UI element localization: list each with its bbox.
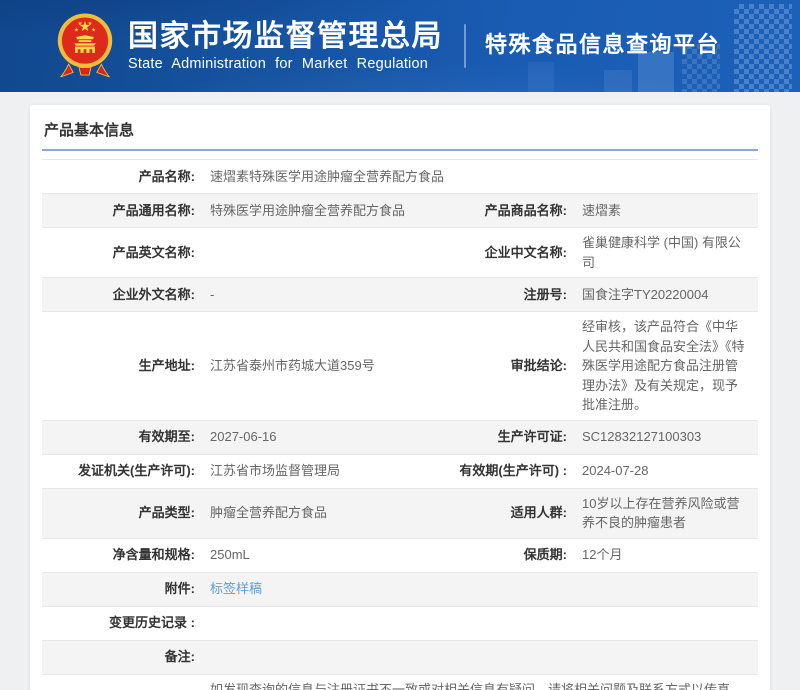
value-company-foreign-name: - [210, 286, 215, 302]
row-address-and-approval: 生产地址: 江苏省泰州市药城大道359号 审批结论: 经审核，该产品符合《中华人… [42, 312, 758, 421]
row-note: 注: 如发现查询的信息与注册证书不一致或对相关信息有疑问，请将相关问题及联系方式… [42, 674, 758, 690]
label-issuing-authority: 发证机关(生产许可): [78, 463, 195, 479]
value-note: 如发现查询的信息与注册证书不一致或对相关信息有疑问，请将相关问题及联系方式以传真… [210, 681, 744, 690]
row-attachment: 附件: 标签样稿 [42, 572, 758, 607]
row-generic-and-trade-name: 产品通用名称: 特殊医学用途肿瘤全营养配方食品 产品商品名称: 速熠素 [42, 194, 758, 228]
label-generic-name: 产品通用名称: [112, 202, 195, 218]
value-remarks [195, 652, 758, 662]
row-foreign-name-and-registration-number: 企业外文名称: - 注册号: 国食注字TY20220004 [42, 278, 758, 312]
value-production-address: 江苏省泰州市药城大道359号 [210, 358, 375, 373]
label-net-content: 净含量和规格: [112, 547, 195, 563]
value-valid-until: 2027-06-16 [210, 429, 277, 445]
platform-title: 特殊食品信息查询平台 [485, 32, 721, 57]
value-registration-number: 国食注字TY20220004 [582, 286, 709, 302]
app-header: 国家市场监督管理总局 State Administration for Mark… [0, 0, 800, 92]
row-validity-and-license: 有效期至: 2027-06-16 生产许可证: SC12832127100303 [42, 420, 758, 455]
label-company-cn-name: 企业中文名称: [484, 244, 567, 260]
value-shelf-life: 12个月 [582, 547, 623, 563]
label-change-history: 变更历史记录 : [109, 615, 195, 631]
value-target-group: 10岁以上存在营养风险或营养不良的肿瘤患者 [582, 495, 740, 531]
label-remarks: 备注: [164, 649, 195, 665]
value-product-name: 速熠素特殊医学用途肿瘤全营养配方食品 [210, 168, 445, 184]
value-trade-name: 速熠素 [582, 202, 622, 218]
row-change-history: 变更历史记录 : [42, 606, 758, 641]
row-authority-and-license-validity: 发证机关(生产许可): 江苏省市场监督管理局 有效期(生产许可) : 2024-… [42, 454, 758, 489]
label-target-group: 适用人群: [510, 505, 567, 521]
attachment-link[interactable]: 标签样稿 [210, 581, 262, 596]
value-english-name [195, 248, 422, 258]
label-product-name: 产品名称: [138, 168, 195, 184]
label-approval-conclusion: 审批结论: [510, 358, 567, 373]
label-valid-until: 有效期至: [138, 429, 195, 445]
label-license-validity: 有效期(生产许可) : [459, 463, 567, 479]
label-product-type: 产品类型: [138, 505, 195, 521]
value-net-content: 250mL [210, 547, 250, 563]
card-title: 产品基本信息 [42, 105, 758, 151]
value-product-type: 肿瘤全营养配方食品 [210, 505, 328, 521]
label-english-name: 产品英文名称: [112, 244, 195, 260]
value-change-history [195, 618, 758, 628]
value-company-cn-name: 雀巢健康科学 (中国) 有限公司 [582, 235, 741, 270]
national-emblem-icon [56, 9, 114, 85]
org-name-cn: 国家市场监督管理总局 [128, 19, 443, 53]
header-divider [464, 24, 466, 68]
value-issuing-authority: 江苏省市场监督管理局 [210, 463, 341, 479]
org-name-en: State Administration for Market Regulati… [128, 56, 429, 73]
label-registration-number: 注册号: [523, 286, 567, 302]
label-shelf-life: 保质期: [523, 547, 567, 563]
label-attachment: 附件: [164, 581, 195, 597]
row-remarks: 备注: [42, 640, 758, 675]
value-generic-name: 特殊医学用途肿瘤全营养配方食品 [210, 202, 406, 218]
value-approval-conclusion: 经审核，该产品符合《中华人民共和国食品安全法》《特殊医学用途配方食品注册管理办法… [582, 319, 745, 412]
product-info-table: 产品名称: 速熠素特殊医学用途肿瘤全营养配方食品 产品通用名称: 特殊医学用途肿… [42, 159, 758, 690]
value-production-license: SC12832127100303 [582, 429, 702, 445]
row-product-name: 产品名称: 速熠素特殊医学用途肿瘤全营养配方食品 [42, 160, 758, 194]
value-license-validity: 2024-07-28 [582, 463, 649, 479]
row-net-content-and-shelf-life: 净含量和规格: 250mL 保质期: 12个月 [42, 538, 758, 573]
label-trade-name: 产品商品名称: [484, 202, 567, 218]
label-production-license: 生产许可证: [497, 429, 567, 445]
product-info-card: 产品基本信息 产品名称: 速熠素特殊医学用途肿瘤全营养配方食品 产品通用名称: … [30, 105, 770, 690]
label-production-address: 生产地址: [138, 358, 195, 373]
row-english-and-company-name: 产品英文名称: 企业中文名称: 雀巢健康科学 (中国) 有限公司 [42, 228, 758, 278]
row-type-and-target-group: 产品类型: 肿瘤全营养配方食品 适用人群: 10岁以上存在营养风险或营养不良的肿… [42, 488, 758, 539]
page-body: 产品基本信息 产品名称: 速熠素特殊医学用途肿瘤全营养配方食品 产品通用名称: … [0, 92, 800, 690]
label-company-foreign-name: 企业外文名称: [112, 286, 195, 302]
org-title-block: 国家市场监督管理总局 State Administration for Mark… [128, 20, 443, 73]
